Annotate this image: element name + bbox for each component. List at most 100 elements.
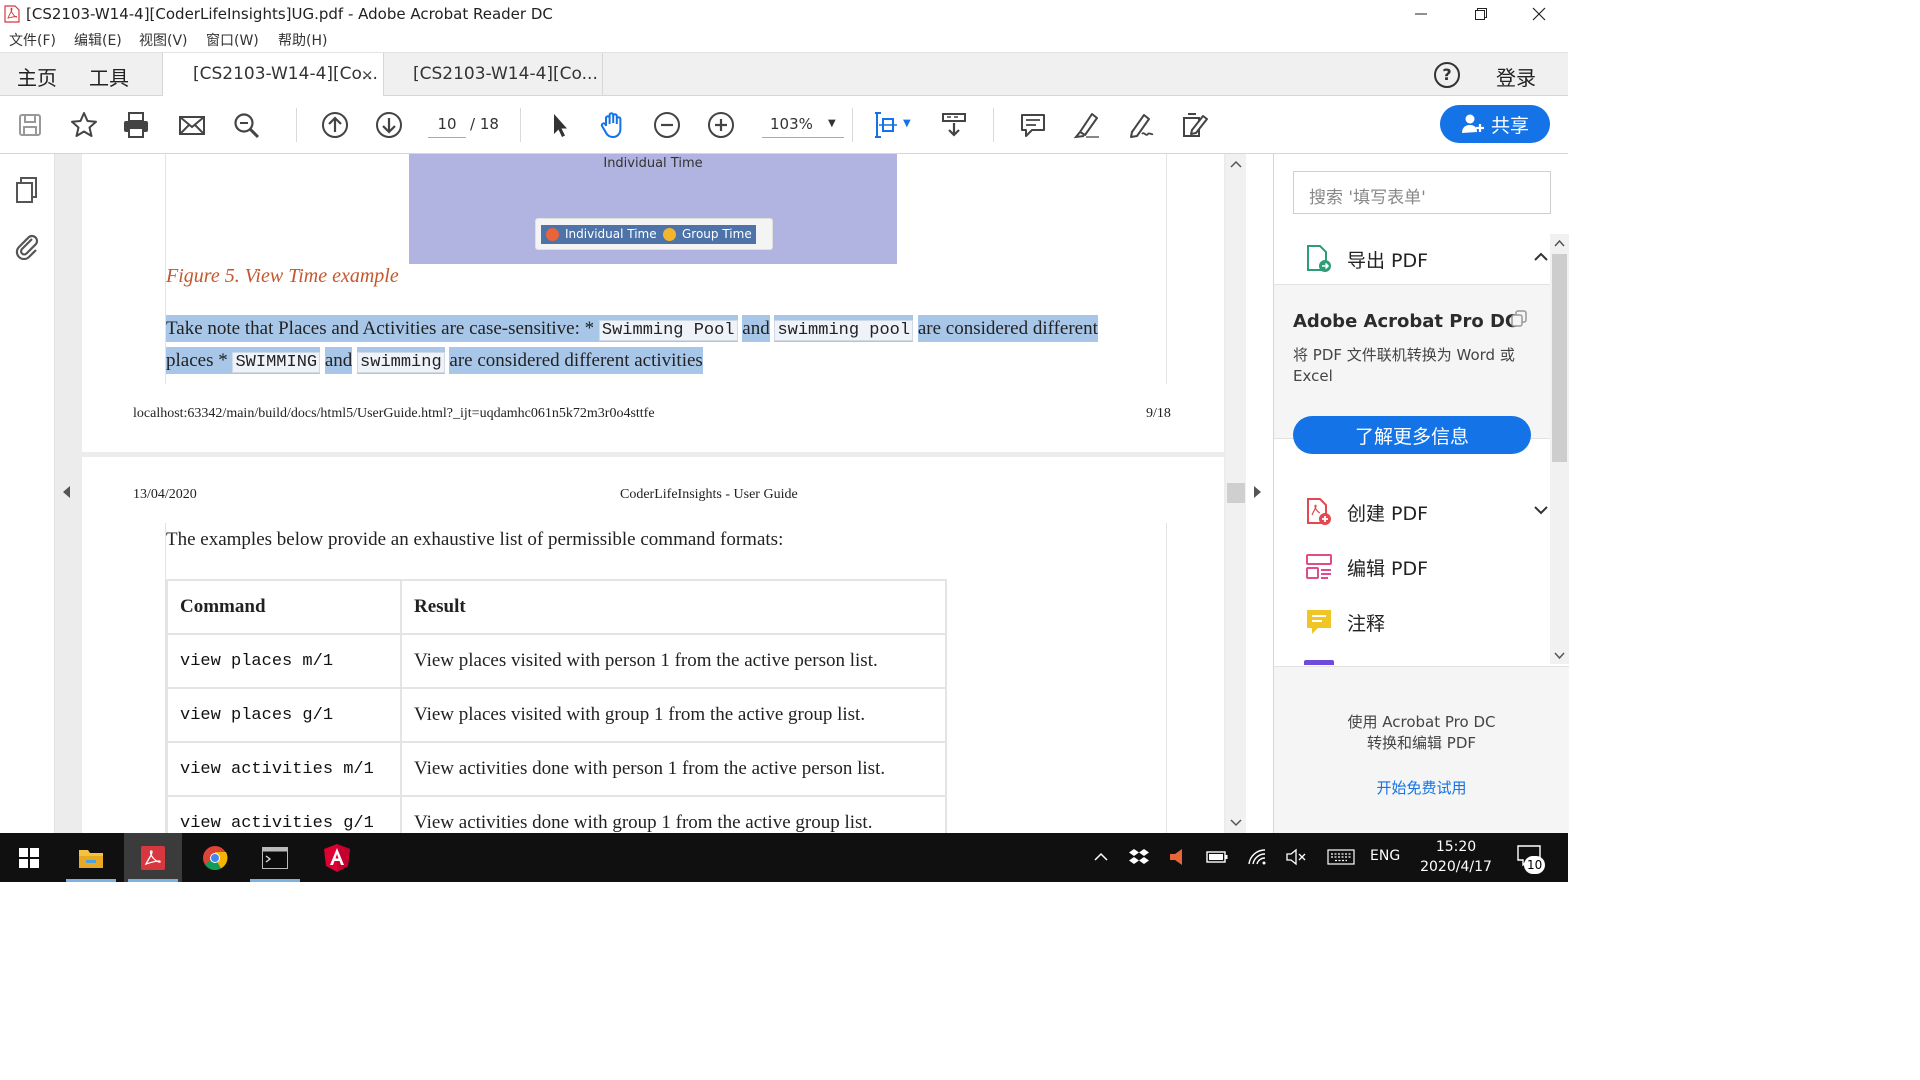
system-clock[interactable]: 15:20 2020/4/17 [1416,837,1496,877]
tools-pane-scrollbar[interactable] [1550,234,1569,664]
page-number-input[interactable]: 10 [428,112,466,138]
toolbar-separator [296,108,297,142]
fit-page-button[interactable] [868,107,904,143]
document-scrollbar[interactable] [1226,154,1246,833]
taskbar-angular[interactable] [308,833,366,882]
share-button[interactable]: 共享 [1440,105,1550,143]
email-button[interactable] [174,107,210,143]
scrollbar-thumb[interactable] [1227,483,1245,503]
tools-search-input[interactable]: 搜索 '填写表单' [1293,171,1551,214]
sign-button[interactable] [1123,107,1159,143]
show-hidden-icons[interactable] [1090,846,1112,868]
toolbar-separator [993,108,994,142]
figure-view-time: Individual Time Individual Time Group Ti… [409,154,897,264]
taskbar-terminal[interactable] [246,833,304,882]
taskbar-file-explorer[interactable] [62,833,120,882]
menu-file[interactable]: 文件(F) [9,30,56,50]
highlight-button[interactable] [1069,107,1105,143]
print-button[interactable] [118,107,154,143]
toolbar-separator [520,108,521,142]
scroll-up-icon[interactable] [1554,239,1565,247]
menu-window[interactable]: 窗口(W) [206,30,259,50]
windows-taskbar: ENG 15:20 2020/4/17 10 [0,833,1568,882]
save-button[interactable] [12,107,48,143]
scrollbar-thumb[interactable] [1552,254,1567,462]
chevron-up-icon[interactable] [1532,248,1550,266]
export-pdf-tool[interactable]: 导出 PDF [1304,242,1548,276]
zoom-out-icon [654,112,680,138]
prev-page-button[interactable] [317,107,353,143]
comment-tool-label: 注释 [1347,613,1386,635]
tray-wifi[interactable] [1246,846,1268,868]
menu-edit[interactable]: 编辑(E) [74,30,122,50]
tab-document-2[interactable]: [CS2103-W14-4][Co... [383,53,603,97]
tray-battery[interactable] [1206,846,1228,868]
restore-button[interactable] [1452,0,1510,28]
tab-document-active[interactable]: [CS2103-W14-4][Co... × [162,53,384,97]
next-page-icon [376,112,402,138]
title-bar: [CS2103-W14-4][CoderLifeInsights]UG.pdf … [0,0,1568,28]
taskbar-chrome[interactable] [186,833,244,882]
more-tools-icon [1183,113,1208,137]
next-page-button[interactable] [371,107,407,143]
tray-dropbox[interactable] [1128,846,1150,868]
find-icon [234,113,260,139]
scroll-down-icon[interactable] [1554,652,1565,660]
window-title: [CS2103-W14-4][CoderLifeInsights]UG.pdf … [26,5,553,23]
menu-view[interactable]: 视图(V) [139,30,188,50]
start-button[interactable] [0,833,58,882]
fit-page-dropdown-icon[interactable]: ▼ [903,118,911,129]
help-icon[interactable]: ? [1434,62,1460,88]
inline-code: swimming pool [774,320,914,341]
create-pdf-label: 创建 PDF [1347,503,1429,525]
tab-tools[interactable]: 工具 [89,62,129,91]
create-pdf-tool[interactable]: 创建 PDF [1304,495,1548,529]
comment-button[interactable] [1015,107,1051,143]
case-sensitivity-note[interactable]: Take note that Places and Activities are… [166,314,1132,378]
input-language[interactable]: ENG [1370,848,1400,864]
more-tools-button[interactable] [1177,107,1213,143]
start-free-trial-link[interactable]: 开始免费试用 [1274,777,1569,798]
note-text: are considered different activities [449,347,703,374]
notification-count-badge: 10 [1524,856,1546,874]
tab-home[interactable]: 主页 [17,62,57,91]
comment-tool[interactable]: 注释 [1304,605,1534,639]
tab-close-icon[interactable]: × [361,66,374,84]
taskbar-acrobat[interactable] [124,833,182,882]
scroll-down-icon[interactable] [1230,819,1242,827]
document-view[interactable]: Individual Time Individual Time Group Ti… [55,154,1226,833]
collapse-pane-arrow-icon[interactable] [1254,486,1261,498]
tray-keyboard[interactable] [1326,846,1356,868]
chevron-down-icon[interactable] [1532,501,1550,519]
zoom-in-button[interactable] [703,107,739,143]
zoom-dropdown-icon[interactable]: ▼ [828,118,836,129]
page-thumbnails-icon[interactable] [12,175,42,205]
tray-volume[interactable] [1285,846,1307,868]
comment-tool-icon [1307,610,1331,634]
pdf-page-10: 13/04/2020 CoderLifeInsights - User Guid… [82,457,1224,833]
hand-tool-button[interactable] [595,107,631,143]
previous-view-arrow-icon[interactable] [63,486,70,498]
tray-app[interactable] [1166,846,1188,868]
select-tool-button[interactable] [541,107,577,143]
scroll-mode-button[interactable] [936,107,972,143]
find-button[interactable] [228,107,264,143]
bookmark-button[interactable] [66,107,102,143]
volume-muted-icon [1286,848,1306,866]
scroll-up-icon[interactable] [1230,160,1242,168]
learn-more-button[interactable]: 了解更多信息 [1293,416,1531,454]
attachment-icon[interactable] [12,230,42,260]
tab-document-label: [CS2103-W14-4][Co... [193,64,378,84]
inline-code: Swimming Pool [598,320,738,341]
zoom-out-button[interactable] [649,107,685,143]
export-pdf-icon [1307,245,1331,272]
save-icon [19,114,41,136]
menu-help[interactable]: 帮助(H) [278,30,327,50]
toolbar-separator [852,108,853,142]
login-link[interactable]: 登录 [1496,62,1536,91]
action-center-button[interactable]: 10 [1516,844,1556,874]
minimize-button[interactable] [1392,0,1450,28]
email-icon [179,116,205,135]
close-window-button[interactable] [1510,0,1568,28]
edit-pdf-tool[interactable]: 编辑 PDF [1304,550,1534,584]
